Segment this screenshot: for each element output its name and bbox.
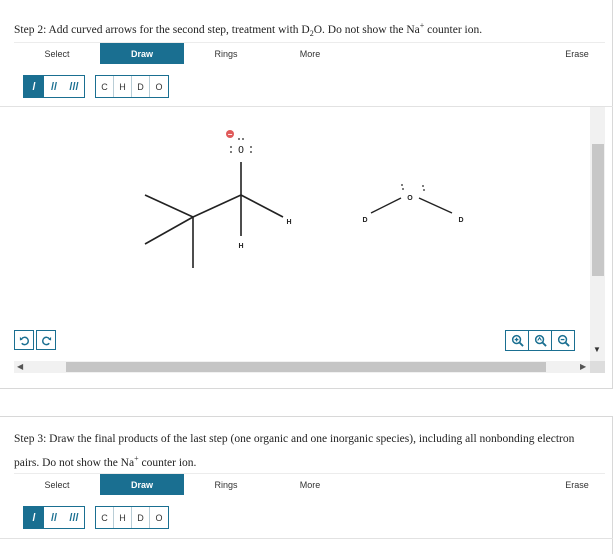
step3-toolrow: / // /// C H D O: [23, 506, 169, 529]
zoom-in-icon[interactable]: [505, 330, 529, 351]
step3-title: Step 3: Draw the final products of the l…: [14, 431, 604, 472]
magnifier-plus-icon: [511, 334, 524, 347]
step3-tabbar: Select Draw Rings More Erase: [14, 473, 605, 495]
bond-quaternary-to-carbinol: [192, 194, 242, 218]
tab-select[interactable]: Select: [14, 474, 100, 495]
step2-tabbar: Select Draw Rings More Erase: [14, 42, 605, 64]
tab-rings[interactable]: Rings: [184, 43, 268, 64]
atom-d-button[interactable]: D: [132, 76, 150, 97]
undo-icon[interactable]: [14, 330, 34, 350]
tabbar-spacer: [352, 43, 549, 64]
atom-tool-group: C H D O: [95, 75, 169, 98]
step2-toolrow: / // /// C H D O: [23, 75, 169, 98]
scrollbar-corner: [590, 361, 605, 373]
triple-bond-button[interactable]: ///: [64, 507, 84, 528]
tab-erase[interactable]: Erase: [549, 474, 605, 495]
zoom-out-icon[interactable]: [551, 330, 575, 351]
triple-bond-button[interactable]: ///: [64, 76, 84, 97]
magnifier-reset-icon: [534, 334, 547, 347]
tab-draw[interactable]: Draw: [100, 43, 184, 64]
redo-icon[interactable]: [36, 330, 56, 350]
step3-title-line2: pairs. Do not show the Na+ counter ion.: [14, 450, 604, 472]
bond-c-h-right: [240, 194, 284, 218]
step2-panel: Step 2: Add curved arrows for the second…: [0, 0, 613, 389]
drawing-canvas[interactable]: O − H H O D D: [0, 106, 613, 361]
scroll-right-icon[interactable]: ▶: [580, 361, 586, 373]
d2o-oxygen-label: O: [407, 195, 413, 202]
bond-o-d-right: [418, 197, 453, 214]
hydrogen-below-label: H: [238, 243, 243, 250]
step2-title-part3: counter ion.: [424, 23, 483, 36]
tab-select[interactable]: Select: [14, 43, 100, 64]
tab-more[interactable]: More: [268, 474, 352, 495]
atom-h-button[interactable]: H: [114, 76, 132, 97]
step2-title-part1: Step 2: Add curved arrows for the second…: [14, 23, 310, 36]
zoom-controls: [505, 330, 575, 351]
step3-title-line1: Step 3: Draw the final products of the l…: [14, 433, 575, 445]
atom-c-button[interactable]: C: [96, 76, 114, 97]
step3-panel: Step 3: Draw the final products of the l…: [0, 416, 613, 554]
step2-title-part2: O. Do not show the Na: [313, 23, 420, 36]
molecule1-bonds: [144, 162, 284, 268]
negative-charge-label: −: [228, 130, 233, 139]
step2-title: Step 2: Add curved arrows for the second…: [14, 17, 482, 42]
double-bond-button[interactable]: //: [44, 507, 64, 528]
history-controls: [14, 330, 58, 350]
atom-o-button[interactable]: O: [150, 76, 168, 97]
toolbar-divider: [0, 538, 613, 539]
tab-erase[interactable]: Erase: [549, 43, 605, 64]
horizontal-scrollbar[interactable]: ◀ ▶: [14, 361, 590, 373]
zoom-dropdown-caret-icon[interactable]: ▼: [593, 345, 601, 354]
step3-title-line2-part1: pairs. Do not show the Na: [14, 456, 135, 469]
atom-h-button[interactable]: H: [114, 507, 132, 528]
step3-title-line2-part2: counter ion.: [138, 456, 197, 469]
alkoxide-oxygen-label: O: [238, 145, 244, 156]
atom-d-button[interactable]: D: [132, 507, 150, 528]
tabbar-spacer: [352, 474, 549, 495]
double-bond-button[interactable]: //: [44, 76, 64, 97]
bond-tool-group: / // ///: [23, 506, 85, 529]
zoom-reset-icon[interactable]: [528, 330, 552, 351]
deuterium-right-label: D: [458, 217, 463, 224]
single-bond-button[interactable]: /: [24, 76, 44, 97]
bond-methyl-lower: [144, 216, 194, 245]
horizontal-scrollbar-thumb[interactable]: [66, 362, 546, 372]
bond-methyl-upper: [144, 194, 194, 218]
tab-draw[interactable]: Draw: [100, 474, 184, 495]
magnifier-minus-icon: [557, 334, 570, 347]
hydrogen-right-label: H: [286, 219, 291, 226]
redo-arrow-icon: [41, 336, 51, 345]
vertical-scrollbar-thumb[interactable]: [592, 144, 604, 276]
atom-o-button[interactable]: O: [150, 507, 168, 528]
bond-tool-group: / // ///: [23, 75, 85, 98]
tab-more[interactable]: More: [268, 43, 352, 64]
d2o-lone-pairs: [401, 184, 425, 191]
deuterium-left-label: D: [362, 217, 367, 224]
tab-rings[interactable]: Rings: [184, 474, 268, 495]
atom-tool-group: C H D O: [95, 506, 169, 529]
scroll-left-icon[interactable]: ◀: [17, 361, 23, 373]
undo-arrow-icon: [19, 336, 29, 345]
atom-c-button[interactable]: C: [96, 507, 114, 528]
bond-d-o-left: [370, 197, 402, 214]
single-bond-button[interactable]: /: [24, 507, 44, 528]
